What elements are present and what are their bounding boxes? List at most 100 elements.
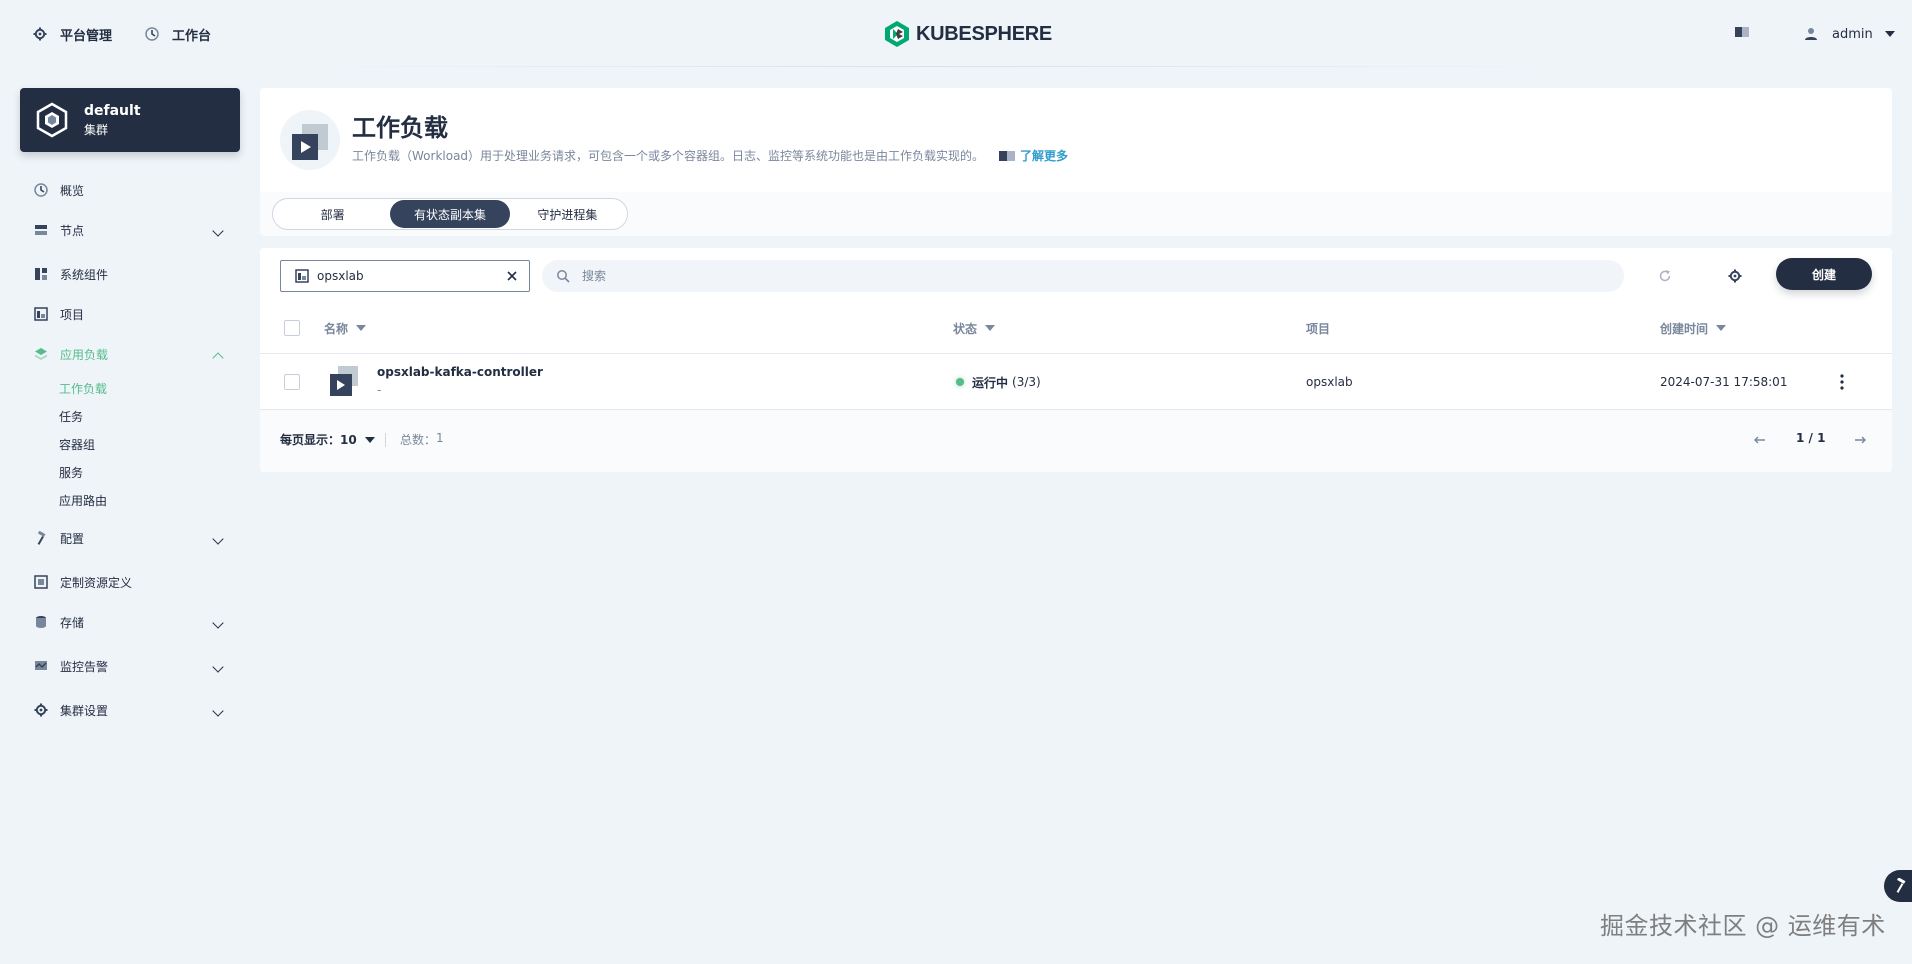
search-input[interactable]	[582, 269, 1482, 283]
page-indicator: 1 / 1	[1796, 431, 1826, 445]
sidebar-subitem-services[interactable]: 服务	[59, 458, 83, 486]
column-status[interactable]: 状态	[953, 318, 996, 338]
watermark: 掘金技术社区 @ 运维有术	[1600, 912, 1886, 940]
sidebar-item-crd[interactable]: 定制资源定义	[20, 564, 240, 600]
next-page-icon[interactable]	[1850, 430, 1870, 450]
sidebar-subitem-routes[interactable]: 应用路由	[59, 486, 107, 514]
sidebar-item-label: 定制资源定义	[60, 575, 133, 590]
crd-icon	[34, 575, 48, 589]
sidebar-subitem-pods[interactable]: 容器组	[59, 430, 95, 458]
column-status-label: 状态	[953, 321, 978, 336]
learn-more-label: 了解更多	[1020, 149, 1069, 163]
row-checkbox[interactable]	[284, 374, 300, 390]
platform-management-label: 平台管理	[60, 28, 113, 44]
row-project: opsxlab	[1306, 375, 1353, 389]
tab-statefulsets[interactable]: 有状态副本集	[390, 200, 510, 228]
total-count: 总数： 1	[400, 431, 444, 448]
column-created-label: 创建时间	[1660, 321, 1709, 336]
sidebar-item-label: 应用负载	[60, 347, 109, 362]
sidebar-subitem-workloads[interactable]: 工作负载	[59, 374, 107, 402]
column-created[interactable]: 创建时间	[1660, 318, 1727, 338]
column-name[interactable]: 名称	[324, 318, 367, 338]
cluster-icon	[36, 102, 68, 138]
select-all-checkbox[interactable]	[284, 320, 300, 336]
sidebar-item-cluster-settings[interactable]: 集群设置	[20, 692, 240, 728]
dashboard-icon	[144, 26, 160, 42]
components-icon	[34, 267, 48, 281]
refresh-button[interactable]	[1653, 264, 1677, 288]
more-options-icon[interactable]	[1834, 372, 1850, 392]
sidebar-item-app-workloads[interactable]: 应用负载	[20, 336, 240, 372]
toolbox-icon[interactable]	[1734, 24, 1750, 40]
storage-icon	[34, 615, 48, 629]
project-icon	[34, 307, 48, 321]
sidebar-item-label: 集群设置	[60, 703, 109, 718]
hammer-icon	[34, 531, 48, 545]
monitor-icon	[34, 659, 48, 673]
column-project-label: 项目	[1306, 321, 1331, 336]
sidebar-item-label: 系统组件	[60, 267, 109, 282]
gear-icon	[34, 703, 48, 717]
workbench-label: 工作台	[172, 28, 212, 44]
page-description-text: 工作负载（Workload）用于处理业务请求，可包含一个或多个容器组。日志、监控…	[352, 149, 985, 163]
page-size-value: 10	[340, 432, 357, 447]
sidebar-item-monitoring[interactable]: 监控告警	[20, 648, 240, 684]
project-icon	[295, 269, 309, 283]
workload-table-card: opsxlab 创建 名称 状态 项目 创建时间	[260, 248, 1892, 472]
tab-deployments[interactable]: 部署	[275, 200, 390, 228]
sidebar-item-nodes[interactable]: 节点	[20, 212, 240, 248]
status-label: 运行中	[972, 375, 1009, 390]
cluster-type: 集群	[84, 123, 109, 137]
search-bar	[542, 260, 1624, 292]
book-icon	[999, 151, 1016, 161]
nodes-icon	[34, 223, 48, 237]
page-size-label: 每页显示：	[280, 433, 341, 447]
cluster-name: default	[84, 103, 141, 119]
sidebar-item-projects[interactable]: 项目	[20, 296, 240, 332]
create-button[interactable]: 创建	[1776, 258, 1872, 290]
sidebar-item-label: 存储	[60, 615, 85, 630]
page-description: 工作负载（Workload）用于处理业务请求，可包含一个或多个容器组。日志、监控…	[352, 146, 1068, 166]
table-footer: 每页显示： 10 总数： 1 1 / 1	[260, 410, 1892, 472]
status-count: (3/3)	[1012, 375, 1041, 389]
sidebar-item-overview[interactable]: 概览	[20, 172, 240, 208]
cluster-card[interactable]: default 集群	[20, 88, 240, 152]
tabs-row: 部署 有状态副本集 守护进程集	[260, 192, 1892, 236]
close-icon[interactable]	[505, 269, 519, 283]
user-name: admin	[1832, 26, 1873, 42]
total-value: 1	[436, 431, 444, 445]
sidebar-subitem-jobs[interactable]: 任务	[59, 402, 83, 430]
workload-icon	[330, 366, 358, 396]
prev-page-icon[interactable]	[1750, 430, 1770, 450]
page-title: 工作负载	[352, 114, 448, 142]
kubesphere-logo[interactable]: KUBESPHERE	[884, 20, 1052, 48]
sidebar-item-components[interactable]: 系统组件	[20, 256, 240, 292]
chevron-down-icon	[212, 705, 224, 717]
status-dot-icon	[956, 378, 964, 386]
workload-alias: -	[377, 383, 382, 397]
sidebar-item-storage[interactable]: 存储	[20, 604, 240, 640]
hammer-icon	[1896, 878, 1906, 893]
platform-management-button[interactable]: 平台管理	[32, 22, 112, 46]
chevron-down-icon	[212, 225, 224, 237]
workload-icon	[280, 110, 340, 170]
chevron-up-icon	[212, 352, 224, 364]
learn-more-link[interactable]: 了解更多	[998, 146, 1068, 166]
chevron-down-icon	[212, 617, 224, 629]
floating-toolbox-button[interactable]	[1884, 870, 1912, 902]
sidebar-item-label: 配置	[60, 531, 85, 546]
sort-down-icon	[356, 325, 367, 331]
user-icon	[1805, 28, 1817, 40]
table-settings-button[interactable]	[1723, 264, 1747, 288]
workload-name-link[interactable]: opsxlab-kafka-controller	[377, 364, 543, 380]
user-menu[interactable]: admin	[1804, 22, 1895, 46]
sidebar-item-label: 监控告警	[60, 659, 109, 674]
project-selector[interactable]: opsxlab	[280, 260, 530, 292]
page-size-selector[interactable]: 每页显示： 10	[280, 431, 375, 448]
workbench-button[interactable]: 工作台	[144, 22, 211, 46]
tab-daemonsets[interactable]: 守护进程集	[510, 200, 625, 228]
kubesphere-logo-icon	[885, 21, 909, 47]
sidebar-item-configuration[interactable]: 配置	[20, 520, 240, 556]
top-header: 平台管理 工作台 KUBESPHERE admin	[0, 0, 1912, 68]
sidebar-item-label: 项目	[60, 307, 85, 322]
